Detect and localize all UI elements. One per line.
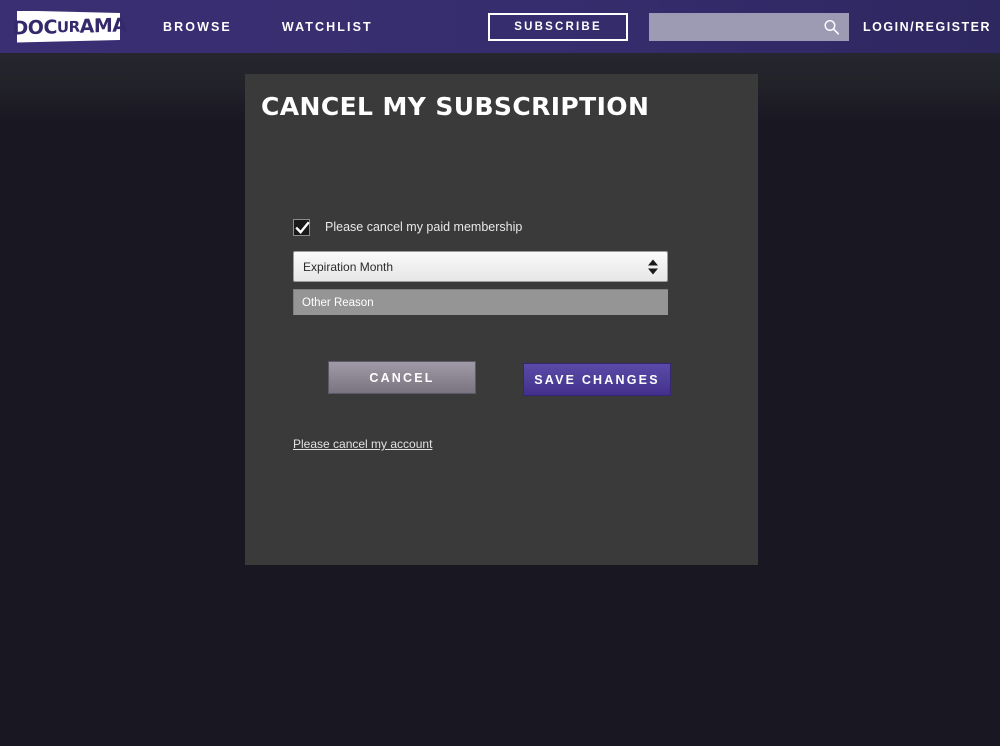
- cancel-membership-checkbox-row[interactable]: Please cancel my paid membership: [293, 217, 522, 237]
- subscribe-button[interactable]: SUBSCRIBE: [488, 12, 629, 41]
- primary-nav: BROWSE WATCHLIST: [163, 20, 423, 34]
- cancel-membership-checkbox[interactable]: [293, 218, 310, 236]
- nav-browse[interactable]: BROWSE: [163, 20, 232, 34]
- logo-text-doc: DOC: [12, 15, 57, 40]
- other-reason-input[interactable]: [293, 289, 668, 315]
- cancel-account-link[interactable]: Please cancel my account: [293, 437, 432, 451]
- form-action-buttons: CANCEL SAVE CHANGES: [293, 361, 758, 396]
- login-register-link[interactable]: LOGIN/REGISTER: [863, 20, 991, 34]
- docurama-logo[interactable]: DOC UR AMA: [13, 9, 127, 44]
- expiration-month-select[interactable]: Expiration Month: [293, 251, 668, 282]
- cancel-subscription-panel: CANCEL MY SUBSCRIPTION Please cancel my …: [245, 74, 758, 565]
- site-header: DOC UR AMA BROWSE WATCHLIST SUBSCRIBE LOGI…: [0, 0, 1000, 53]
- reason-select-wrapper: Expiration Month: [293, 251, 668, 282]
- search-input[interactable]: [649, 12, 850, 41]
- cancel-form: Please cancel my paid membership Expirat…: [245, 121, 758, 453]
- logo-text: DOC UR AMA: [13, 9, 127, 44]
- header-right-group: SUBSCRIBE LOGIN/REGISTER: [488, 0, 1000, 53]
- search-container: [649, 12, 850, 41]
- checkmark-icon: [295, 221, 310, 234]
- logo-text-ur: UR: [56, 17, 80, 36]
- page-title: CANCEL MY SUBSCRIPTION: [261, 92, 650, 121]
- nav-watchlist[interactable]: WATCHLIST: [282, 20, 373, 34]
- cancel-button[interactable]: CANCEL: [328, 361, 476, 394]
- save-changes-button[interactable]: SAVE CHANGES: [523, 363, 671, 396]
- cancel-membership-label: Please cancel my paid membership: [325, 220, 523, 234]
- logo-text-ama: AMA: [79, 13, 127, 38]
